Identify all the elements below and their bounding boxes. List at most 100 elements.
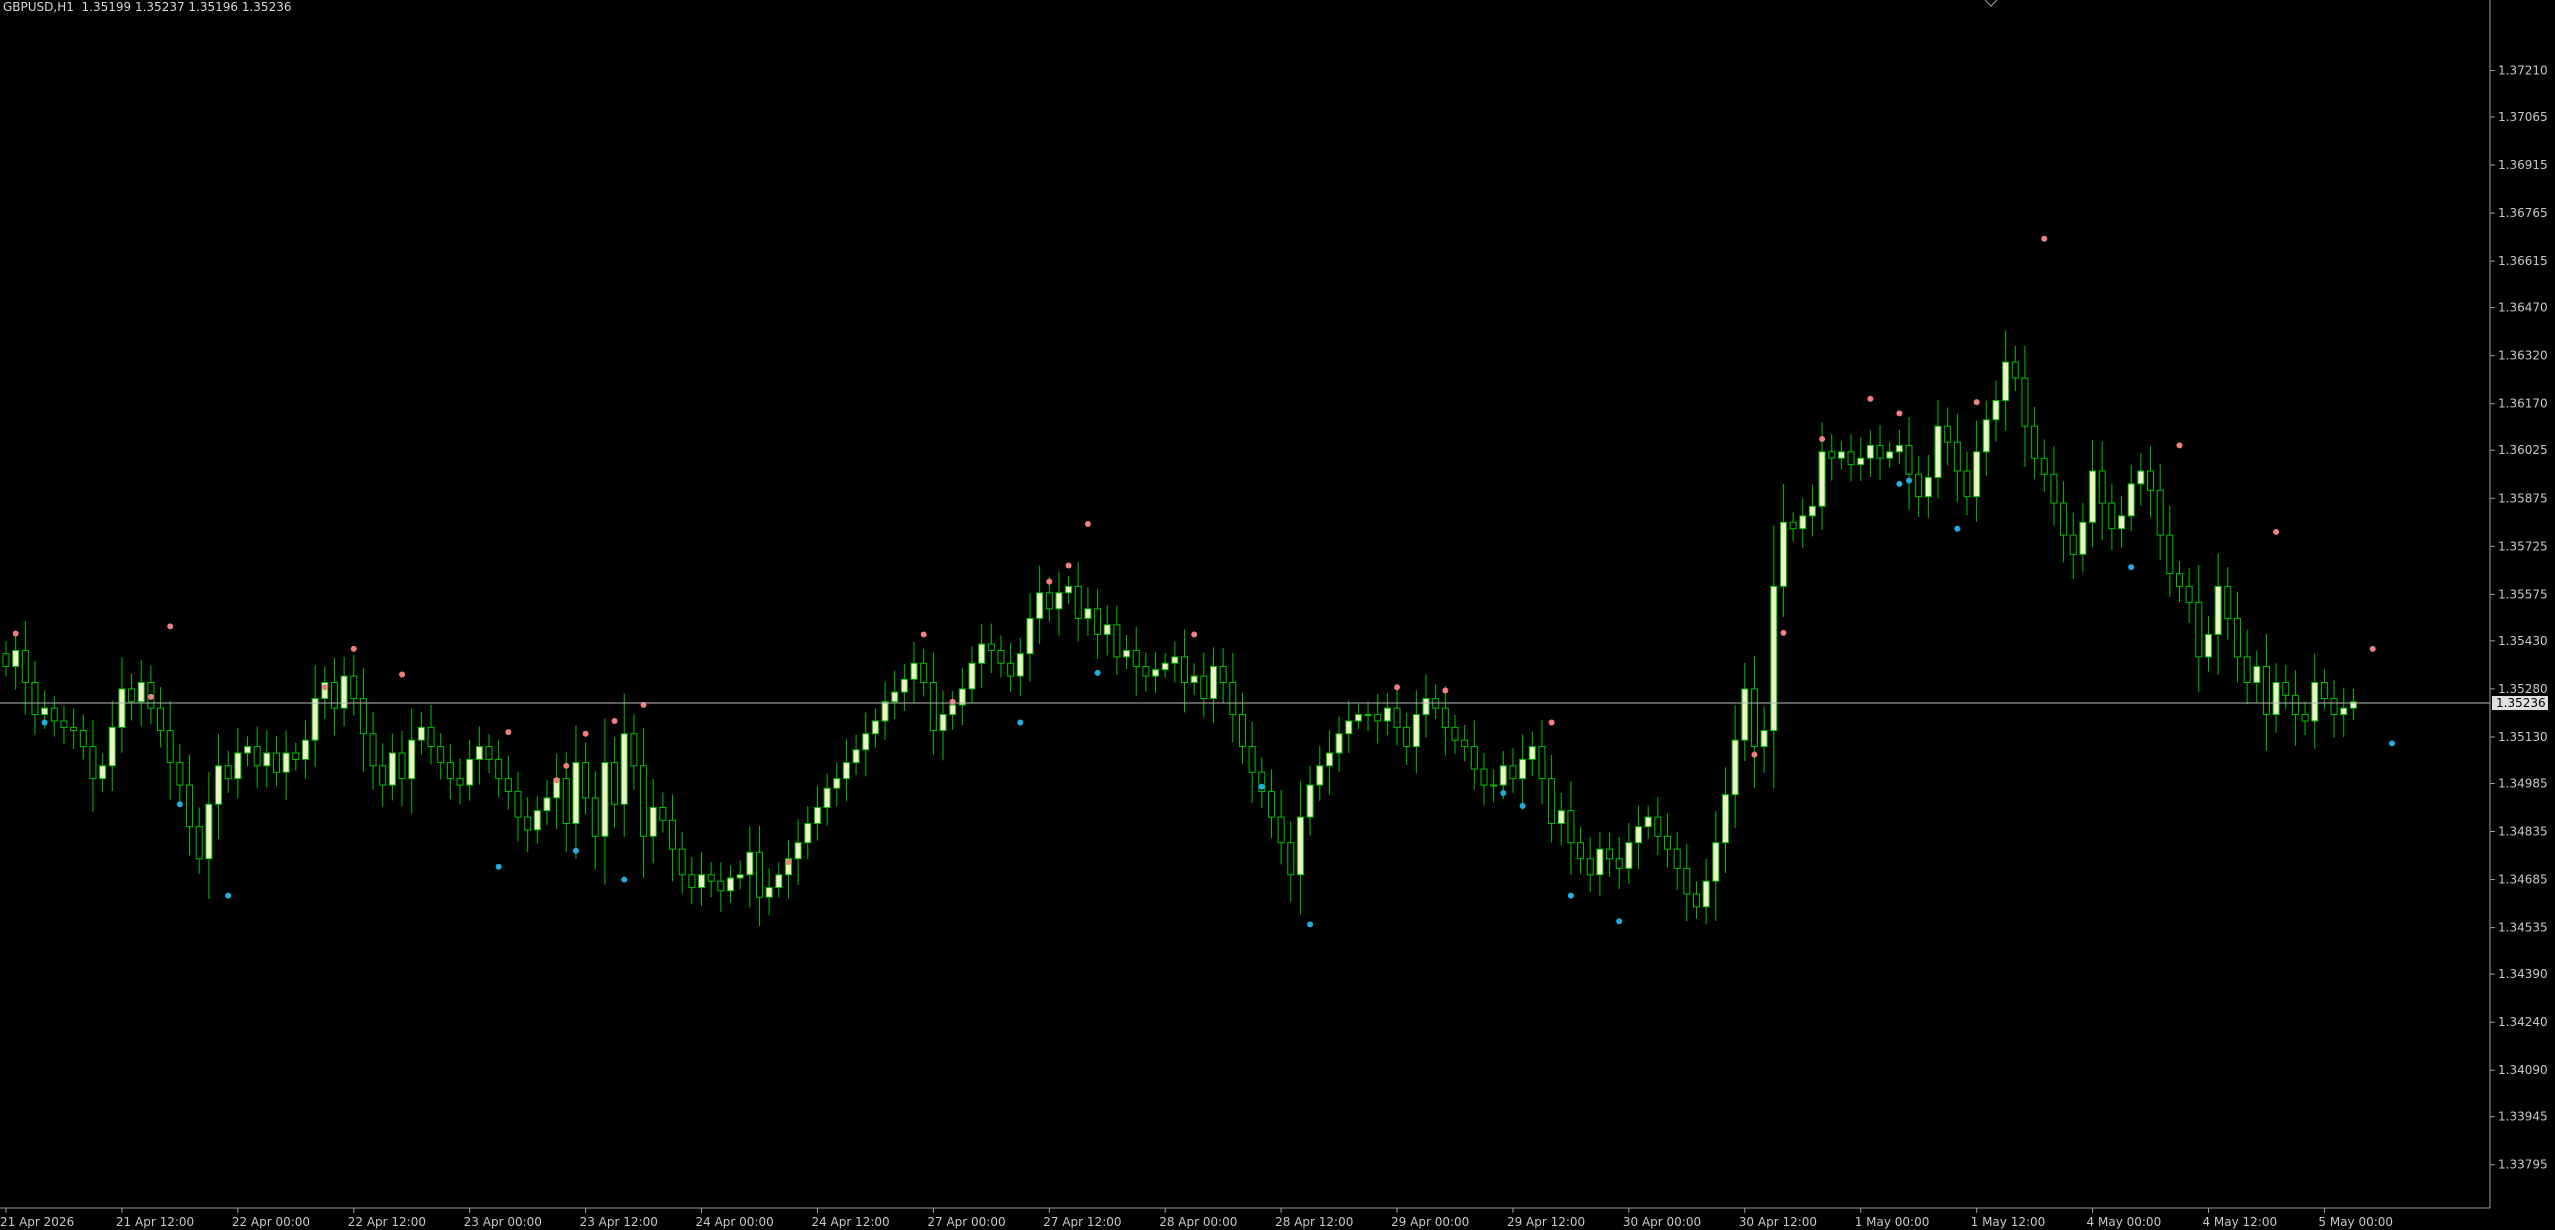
fractal-up-marker [582,730,589,737]
candle-body-bull [968,662,976,690]
candle-body-bear [2243,656,2251,684]
candle-body-bull [949,704,957,716]
current-price-tag: 1.35236 [2492,696,2548,711]
candle-body-bear [1509,765,1517,780]
candle-body-bull [1499,765,1507,786]
candle-body-bull [1190,675,1198,684]
candle-body-bear [582,762,590,799]
fractal-up-marker [1394,684,1401,691]
candle-body-bull [1036,592,1044,619]
price-tick-label: 1.35875 [2498,491,2548,505]
candle-body-bull [891,691,899,703]
candle-body-bull [842,762,850,780]
candle-body-bull [408,739,416,780]
candle-body-bull [871,720,879,735]
candle-body-bear [1847,451,1855,466]
candle-body-bull [1818,451,1826,507]
candle-body-bull [1519,758,1527,780]
candle-body-bull [108,726,116,767]
fractal-up-marker [1442,687,1449,694]
candle-body-bull [301,739,309,760]
time-tick-label: 5 May 00:00 [2318,1215,2393,1229]
candle-body-bear [1441,707,1449,728]
candle-body-bear [398,752,406,780]
candle-body-bull [2311,682,2319,722]
candle-body-bull [1770,585,1778,732]
fractal-down-marker [225,892,232,899]
candle-body-bull [1731,739,1739,796]
price-tick-label: 1.33945 [2498,1110,2548,1124]
candle-body-bull [2079,521,2087,555]
candle-body-bull [1992,400,2000,421]
fractal-up-marker [399,671,406,678]
candle-body-bear [1248,746,1256,773]
ohlc-values: 1.35199 1.35237 1.35196 1.35236 [81,0,292,14]
fractal-up-marker [1751,751,1758,758]
candle-body-bull [1644,816,1652,828]
candle-body-bear [79,730,87,748]
candle-body-bear [379,765,387,786]
candle-body-bull [1808,505,1816,517]
price-tick-label: 1.35575 [2498,587,2548,601]
candle-body-bear [166,730,174,764]
candle-body-bear [2011,361,2019,379]
candle-body-bull [794,842,802,860]
candle-body-bear [2282,682,2290,696]
fractal-down-marker [2389,740,2396,747]
candle-body-bear [2040,457,2048,475]
time-tick-label: 21 Apr 2026 [0,1215,74,1229]
candle-body-bull [1016,653,1024,677]
candle-body-bull [1210,665,1217,700]
price-chart[interactable]: 1.37210 1.37065 1.36915 1.36765 1.36615 1.364… [0,0,2555,1230]
candle-body-bear [1007,662,1015,677]
candle-body-bear [1238,714,1246,748]
candle-body-bull [804,822,812,844]
candle-body-bull [12,649,20,667]
candle-body-bear [1094,608,1102,635]
candle-body-bear [2069,534,2077,555]
candle-body-bear [1606,848,1614,860]
candle-body-bear [427,726,435,748]
price-tick-label: 1.36320 [2498,349,2548,363]
fractal-up-marker [1867,395,1874,402]
candle-body-bull [1171,656,1179,664]
candle-body-bear [1750,688,1758,748]
candle-body-bear [1229,682,1237,716]
price-tick-label: 1.36470 [2498,301,2548,315]
candle-body-bull [727,877,734,892]
price-tick-label: 1.37065 [2498,110,2548,124]
candle-body-bull [1973,451,1981,498]
time-tick-label: 21 Apr 12:00 [116,1215,194,1229]
time-tick-label: 4 May 00:00 [2087,1215,2162,1229]
candle-body-bear [456,778,464,786]
price-tick-label: 1.36615 [2498,254,2548,268]
candle-body-bull [1161,662,1169,671]
fractal-up-marker [147,693,154,700]
candle-body-bull [1886,451,1894,459]
candle-body-bear [1074,585,1082,619]
candle-body-bull [1325,752,1333,767]
price-tick-label: 1.34685 [2498,873,2548,887]
candle-body-bull [620,733,628,805]
candle-body-bull [939,714,947,732]
candle-body-bear [195,826,203,860]
candle-body-bear [2262,665,2270,716]
candle-body-bear [253,746,261,767]
candle-body-bull [649,806,657,837]
candle-body-bear [514,790,522,818]
chart-window[interactable]: 1.37210 1.37065 1.36915 1.36765 1.36615 1.364… [0,0,2555,1230]
candle-body-bear [128,688,136,703]
candle-body-bear [1480,768,1488,786]
candle-body-bear [2,653,10,667]
candle-body-bear [359,698,367,735]
candle-body-bear [591,797,599,837]
candle-body-bull [1625,842,1633,869]
time-tick-label: 22 Apr 00:00 [232,1215,310,1229]
candle-body-bear [1393,707,1401,728]
price-tick-label: 1.34090 [2498,1063,2548,1077]
fractal-up-marker [1084,520,1091,527]
candle-body-bull [1557,810,1565,824]
candle-body-bull [1296,816,1304,876]
fractal-up-marker [1065,562,1072,569]
fractal-down-marker [1896,480,1903,487]
